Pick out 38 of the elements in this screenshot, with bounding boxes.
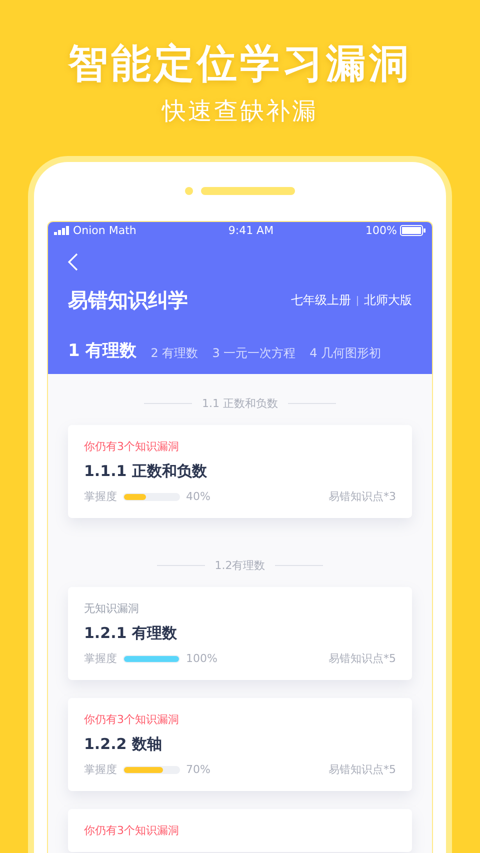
- gap-status: 你仍有3个知识漏洞: [84, 712, 180, 727]
- lesson-title: 1.2.2 数轴: [84, 735, 163, 754]
- lesson-card[interactable]: 无知识漏洞 1.2.1 有理数 掌握度 100% 易错知识点*5: [68, 587, 412, 680]
- lesson-card[interactable]: 你仍有3个知识漏洞 1.1.1 正数和负数 掌握度 40% 易错知识点*3: [68, 425, 412, 518]
- status-time: 9:41 AM: [228, 224, 274, 237]
- gap-status: 你仍有3个知识漏洞: [84, 439, 180, 454]
- camera-dot: [185, 187, 193, 195]
- gap-status: 你仍有3个知识漏洞: [84, 823, 180, 838]
- section-heading: 1.1 正数和负数: [202, 396, 278, 411]
- carrier-name: Onion Math: [73, 224, 136, 237]
- mastery-label: 掌握度: [84, 762, 117, 777]
- chapter-tab[interactable]: 4 几何图形初: [310, 345, 382, 362]
- chapter-tab[interactable]: 1 有理数: [68, 339, 137, 362]
- mastery-percent: 70%: [186, 763, 210, 776]
- battery-icon: [400, 225, 426, 236]
- lesson-card[interactable]: 你仍有3个知识漏洞 1.2.2 数轴 掌握度 70% 易错知识点*5: [68, 698, 412, 791]
- error-count: 易错知识点*5: [328, 651, 396, 666]
- lesson-title: 1.2.1 有理数: [84, 624, 178, 643]
- page-title: 易错知识纠学: [68, 287, 188, 314]
- gap-status: 无知识漏洞: [84, 601, 140, 616]
- headline: 智能定位学习漏洞: [68, 40, 412, 89]
- subheadline: 快速查缺补漏: [162, 96, 318, 126]
- mastery-percent: 40%: [186, 490, 210, 503]
- signal-icon: [54, 226, 70, 235]
- lesson-title: 1.1.1 正数和负数: [84, 462, 208, 481]
- mastery-label: 掌握度: [84, 651, 117, 666]
- grade-label: 七年级上册: [291, 292, 351, 309]
- lesson-card[interactable]: 你仍有3个知识漏洞: [68, 809, 412, 852]
- mastery-percent: 100%: [186, 652, 218, 665]
- back-icon[interactable]: [68, 253, 78, 271]
- error-count: 易错知识点*5: [328, 762, 396, 777]
- section-heading: 1.2有理数: [214, 558, 266, 573]
- error-count: 易错知识点*3: [328, 489, 396, 504]
- battery-percent: 100%: [366, 224, 397, 237]
- chapter-tab[interactable]: 2 有理数: [150, 345, 198, 362]
- chapter-tab[interactable]: 3 一元一次方程: [212, 345, 296, 362]
- mastery-label: 掌握度: [84, 489, 117, 504]
- edition-label: 北师大版: [364, 292, 412, 309]
